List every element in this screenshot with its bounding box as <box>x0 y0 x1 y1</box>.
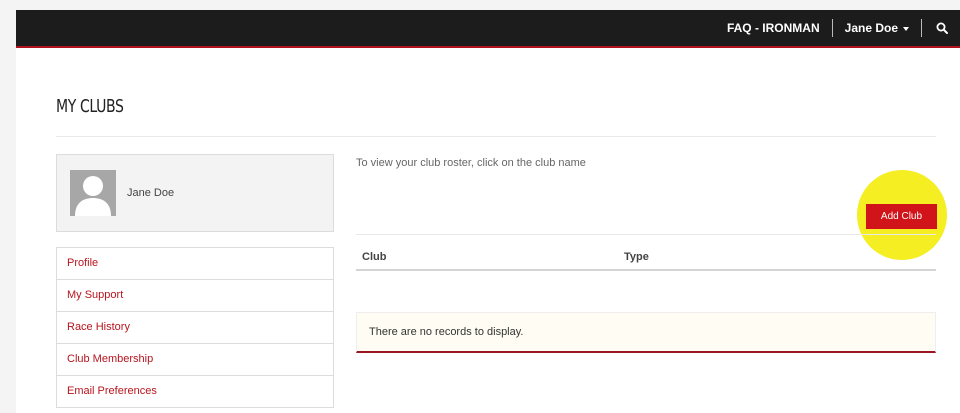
search-button[interactable] <box>922 22 960 34</box>
column-header-type[interactable]: Type <box>624 251 649 263</box>
page-container: FAQ - IRONMAN Jane Doe MY CLUBS Jane Doe… <box>16 10 960 413</box>
table-top-divider <box>356 234 936 235</box>
sidebar-item-profile[interactable]: Profile <box>57 248 333 280</box>
empty-records-text: There are no records to display. <box>369 326 524 338</box>
user-menu-label: Jane Doe <box>844 21 898 35</box>
page-title: MY CLUBS <box>56 96 124 117</box>
user-silhouette-icon <box>70 170 116 216</box>
sidebar-item-race-history[interactable]: Race History <box>57 312 333 344</box>
table-header-divider <box>356 269 936 271</box>
profile-name: Jane Doe <box>127 187 175 199</box>
instruction-text: To view your club roster, click on the c… <box>356 157 586 169</box>
sidebar-item-email-preferences[interactable]: Email Preferences <box>57 376 333 408</box>
title-divider <box>56 136 936 137</box>
sidebar-menu: Profile My Support Race History Club Mem… <box>56 247 334 408</box>
caret-down-icon <box>903 26 909 31</box>
user-menu-dropdown[interactable]: Jane Doe <box>833 21 921 35</box>
empty-records-message: There are no records to display. <box>356 312 936 353</box>
column-header-club[interactable]: Club <box>362 251 386 263</box>
faq-link[interactable]: FAQ - IRONMAN <box>715 21 832 35</box>
add-club-button[interactable]: Add Club <box>866 204 937 229</box>
search-icon <box>936 22 948 34</box>
sidebar-item-club-membership[interactable]: Club Membership <box>57 344 333 376</box>
top-navigation-bar: FAQ - IRONMAN Jane Doe <box>16 10 960 48</box>
sidebar-item-my-support[interactable]: My Support <box>57 280 333 312</box>
profile-card: Jane Doe <box>56 154 334 232</box>
